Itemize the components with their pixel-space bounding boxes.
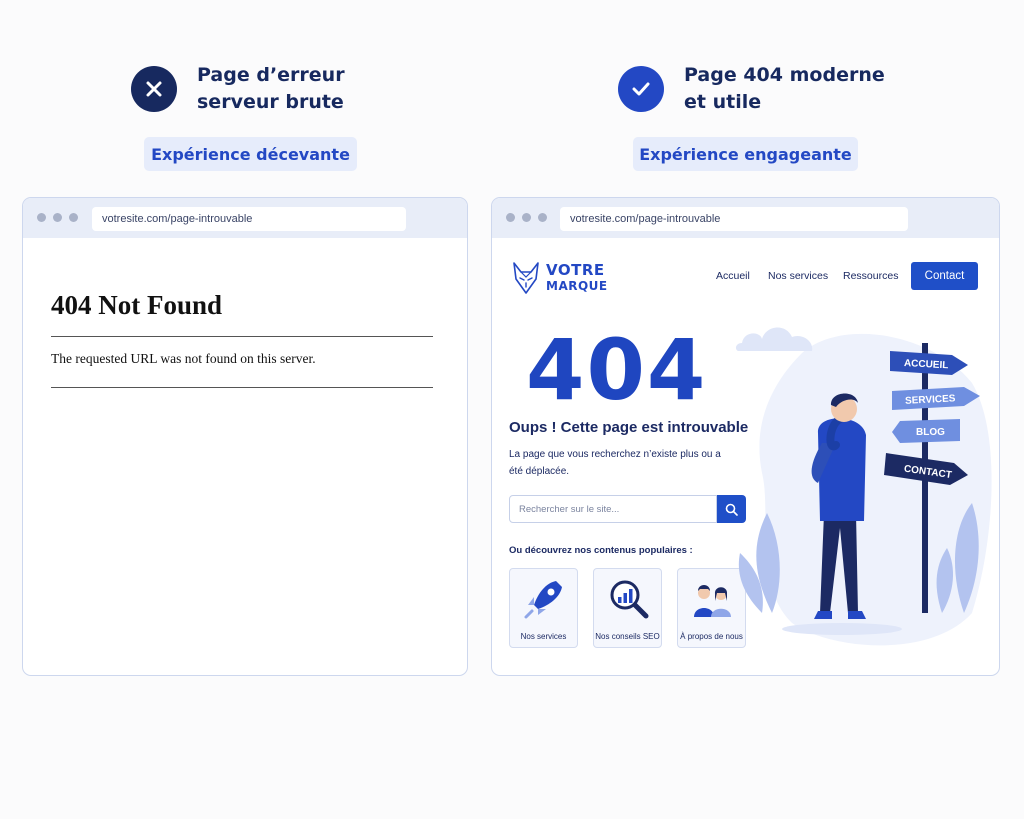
sign-blog: BLOG	[916, 427, 945, 438]
browser-chrome: votresite.com/page-introuvable	[23, 198, 467, 238]
window-dot-icon	[53, 213, 62, 222]
engaging-pill: Expérience engageante	[633, 137, 858, 171]
divider	[51, 387, 433, 388]
brand-logo[interactable]: VOTRE MARQUE	[512, 261, 608, 295]
fox-logo-icon	[513, 262, 539, 294]
popular-label: Ou découvrez nos contenus populaires :	[509, 545, 693, 556]
brand-name-line1: VOTRE	[546, 261, 605, 279]
lost-person-illustration: ACCUEIL SERVICES BLOG CONTACT	[735, 327, 992, 646]
contact-button[interactable]: Contact	[911, 262, 978, 290]
error-description: La page que vous recherchez n’existe plu…	[509, 449, 721, 477]
raw-page-heading: Page d’erreur serveur brute	[197, 64, 345, 113]
raw-browser-window: votresite.com/page-introuvable 404 Not F…	[22, 197, 468, 676]
nav-services[interactable]: Nos services	[768, 270, 828, 282]
nav-ressources[interactable]: Ressources	[843, 270, 898, 282]
x-circle-icon	[131, 66, 177, 112]
error-heading: Oups ! Cette page est introuvable	[509, 419, 749, 436]
window-dot-icon	[538, 213, 547, 222]
modern-page-heading: Page 404 moderne et utile	[684, 64, 885, 113]
browser-chrome: votresite.com/page-introuvable	[492, 198, 999, 238]
card-label: Nos services	[520, 632, 567, 641]
card-seo[interactable]: Nos conseils SEO	[593, 568, 662, 648]
divider	[51, 336, 433, 337]
window-dot-icon	[37, 213, 46, 222]
modern-page-header: Page 404 moderne et utile	[618, 62, 885, 116]
card-services[interactable]: Nos services	[509, 568, 578, 648]
modern-browser-window: votresite.com/page-introuvable VOTRE MAR…	[491, 197, 1000, 676]
address-bar[interactable]: votresite.com/page-introuvable	[92, 207, 406, 231]
sign-accueil: ACCUEIL	[904, 358, 949, 371]
disappointing-pill: Expérience décevante	[144, 137, 357, 171]
team-icon	[694, 585, 731, 617]
error-title: 404 Not Found	[51, 290, 223, 320]
magnifier-chart-icon	[610, 580, 649, 619]
address-bar[interactable]: votresite.com/page-introuvable	[560, 207, 908, 231]
rocket-icon	[524, 581, 562, 619]
window-dot-icon	[506, 213, 515, 222]
check-circle-icon	[618, 66, 664, 112]
site-search-input[interactable]: Rechercher sur le site...	[509, 495, 717, 523]
window-dot-icon	[522, 213, 531, 222]
error-message: The requested URL was not found on this …	[51, 351, 316, 366]
raw-page-header: Page d’erreur serveur brute	[131, 62, 345, 116]
brand-name-line2: MARQUE	[546, 279, 608, 293]
window-dot-icon	[69, 213, 78, 222]
card-label: Nos conseils SEO	[595, 632, 660, 641]
nav-accueil[interactable]: Accueil	[716, 270, 750, 282]
error-code: 404	[526, 321, 708, 419]
